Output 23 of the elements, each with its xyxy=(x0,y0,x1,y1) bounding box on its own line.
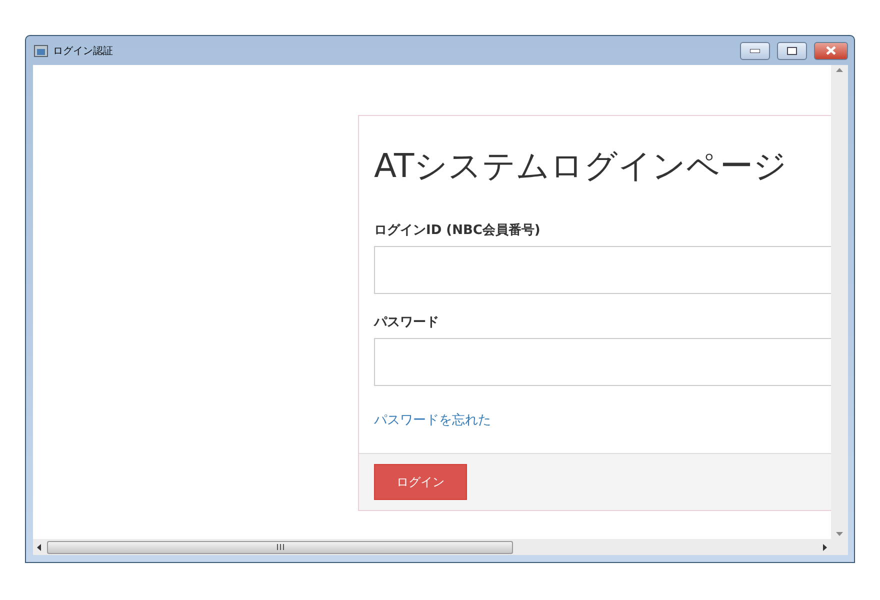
window-title: ログイン認証 xyxy=(53,44,114,58)
minimize-icon xyxy=(750,48,760,52)
vertical-scrollbar[interactable] xyxy=(831,65,848,539)
page-heading: ATシステムログインページ xyxy=(374,145,788,187)
scroll-down-icon xyxy=(836,532,843,536)
input-field[interactable] xyxy=(374,338,831,386)
close-button[interactable] xyxy=(814,42,848,60)
maximize-button[interactable] xyxy=(777,42,807,60)
input-field[interactable] xyxy=(374,246,831,294)
horizontal-scrollbar[interactable] xyxy=(33,539,831,555)
folder-icon xyxy=(34,44,48,56)
field-label: パスワード xyxy=(374,314,440,331)
field-label: ログインID (NBC会員番号) xyxy=(374,222,542,239)
scroll-up-icon xyxy=(836,68,843,72)
login-button[interactable]: ログイン xyxy=(374,464,467,500)
close-icon xyxy=(826,46,836,55)
scroll-right-icon xyxy=(823,544,827,550)
minimize-button[interactable] xyxy=(740,42,770,60)
scroll-thumb[interactable] xyxy=(47,540,513,554)
scroll-left-icon xyxy=(37,544,41,550)
maximize-icon xyxy=(787,46,797,54)
grip-icon xyxy=(276,544,284,550)
forgot-password-link[interactable]: パスワードを忘れた xyxy=(374,411,491,429)
